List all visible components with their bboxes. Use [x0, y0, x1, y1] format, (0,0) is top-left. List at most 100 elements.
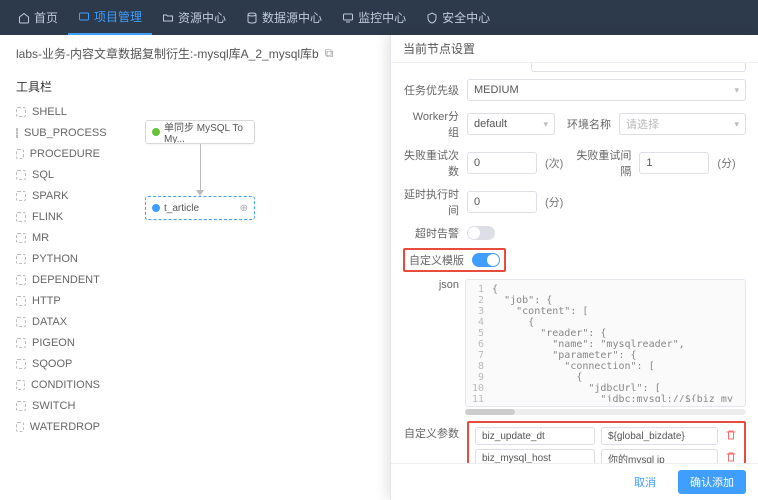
- line-gutter: 1 2 3 4 5 6 7 8 9 10 11 12 13 14: [472, 284, 492, 402]
- nav-home[interactable]: 首页: [8, 0, 68, 35]
- dag-canvas[interactable]: 单同步 MySQL To My... t_article ⊕: [100, 72, 390, 500]
- panel-title: 当前节点设置: [391, 35, 758, 63]
- retry-label: 失败重试次数: [403, 147, 459, 179]
- shield-icon: [426, 12, 438, 24]
- tool-handle-icon: [16, 254, 26, 264]
- breadcrumb-text: labs-业务-内容文章数据复制衍生:-mysql库A_2_mysql库b: [16, 45, 319, 62]
- tool-handle-icon: [16, 338, 26, 348]
- env-select[interactable]: 请选择▾: [619, 113, 746, 135]
- tool-item-python[interactable]: PYTHON: [16, 248, 100, 269]
- cancel-button[interactable]: 取消: [622, 470, 668, 494]
- priority-label: 任务优先级: [403, 82, 459, 98]
- tool-handle-icon: [16, 401, 26, 411]
- textarea-resize-handle[interactable]: [531, 63, 746, 72]
- tool-item-pigeon[interactable]: PIGEON: [16, 332, 100, 353]
- worker-select[interactable]: default▾: [467, 113, 555, 135]
- tool-handle-icon: [16, 275, 26, 285]
- tool-handle-icon: [16, 422, 24, 432]
- copy-icon[interactable]: ⧉: [325, 46, 334, 61]
- delete-param-button[interactable]: [724, 429, 738, 444]
- tool-handle-icon: [16, 191, 26, 201]
- monitor-icon: [342, 12, 354, 24]
- tool-item-waterdrop[interactable]: WATERDROP: [16, 416, 100, 437]
- delete-param-button[interactable]: [724, 451, 738, 464]
- priority-select[interactable]: MEDIUM▾: [467, 79, 746, 101]
- param-row: biz_mysql_host 你的mysql ip: [475, 449, 738, 463]
- chevron-down-icon: ▾: [734, 119, 739, 130]
- status-dot-icon: [152, 128, 160, 136]
- nav-datasource[interactable]: 数据源中心: [236, 0, 332, 35]
- tool-item-procedure[interactable]: PROCEDURE: [16, 143, 100, 164]
- trash-icon: [725, 451, 737, 463]
- tool-item-spark[interactable]: SPARK: [16, 185, 100, 206]
- timeout-switch[interactable]: [467, 226, 495, 240]
- tool-item-sqoop[interactable]: SQOOP: [16, 353, 100, 374]
- tool-handle-icon: [16, 380, 25, 390]
- template-switch[interactable]: [472, 253, 500, 267]
- horizontal-scrollbar[interactable]: [465, 409, 746, 415]
- tool-item-dependent[interactable]: DEPENDENT: [16, 269, 100, 290]
- interval-label: 失败重试间隔: [571, 147, 631, 179]
- json-editor[interactable]: 1 2 3 4 5 6 7 8 9 10 11 12 13 14 { "job"…: [465, 279, 746, 407]
- retry-unit: (次): [545, 155, 563, 171]
- tool-item-datax[interactable]: DATAX: [16, 311, 100, 332]
- nav-resource[interactable]: 资源中心: [152, 0, 236, 35]
- nav-security-label: 安全中心: [442, 9, 490, 26]
- tool-handle-icon: [16, 359, 26, 369]
- toolbar: 工具栏 SHELLSUB_PROCESSPROCEDURESQLSPARKFLI…: [0, 72, 100, 500]
- toolbar-title: 工具栏: [16, 78, 100, 95]
- tool-handle-icon: [16, 212, 26, 222]
- top-nav: 首页 项目管理 资源中心 数据源中心 监控中心 安全中心: [0, 0, 758, 35]
- nav-monitor[interactable]: 监控中心: [332, 0, 416, 35]
- params-label: 自定义参数: [403, 421, 459, 441]
- nav-home-label: 首页: [34, 9, 58, 26]
- custom-params: biz_update_dt ${global_bizdate} biz_mysql_…: [467, 421, 746, 463]
- template-label: 自定义模版: [409, 252, 464, 268]
- dag-node-1[interactable]: 单同步 MySQL To My...: [145, 120, 255, 144]
- database-icon: [246, 12, 258, 24]
- param-value-input[interactable]: ${global_bizdate}: [601, 427, 718, 445]
- param-value-input[interactable]: 你的mysql ip: [601, 449, 718, 463]
- tool-item-mr[interactable]: MR: [16, 227, 100, 248]
- scrollbar-thumb[interactable]: [465, 409, 515, 415]
- chevron-down-icon: ▾: [734, 85, 739, 96]
- code-lines: { "job": { "content": [ { "reader": { "n…: [492, 284, 739, 402]
- interval-unit: (分): [717, 155, 735, 171]
- tool-handle-icon: [16, 128, 18, 138]
- tool-item-http[interactable]: HTTP: [16, 290, 100, 311]
- param-row: biz_update_dt ${global_bizdate}: [475, 427, 738, 445]
- param-key-input[interactable]: biz_update_dt: [475, 427, 595, 445]
- nav-resource-label: 资源中心: [178, 9, 226, 26]
- tool-item-sub_process[interactable]: SUB_PROCESS: [16, 122, 100, 143]
- worker-label: Worker分组: [403, 108, 459, 140]
- nav-monitor-label: 监控中心: [358, 9, 406, 26]
- breadcrumb: labs-业务-内容文章数据复制衍生:-mysql库A_2_mysql库b ⧉: [0, 35, 390, 72]
- nav-security[interactable]: 安全中心: [416, 0, 500, 35]
- trash-icon: [725, 429, 737, 441]
- nav-project[interactable]: 项目管理: [68, 0, 152, 35]
- interval-input[interactable]: 1: [639, 152, 709, 174]
- dag-edge: [200, 144, 201, 192]
- param-key-input[interactable]: biz_mysql_host: [475, 449, 595, 463]
- plus-icon[interactable]: ⊕: [240, 203, 248, 214]
- settings-panel: 当前节点设置 任务优先级 MEDIUM▾ Worker分组 default▾ 环…: [390, 35, 758, 500]
- timeout-label: 超时告警: [403, 225, 459, 241]
- tool-handle-icon: [16, 317, 26, 327]
- tool-handle-icon: [16, 233, 26, 243]
- home-icon: [18, 12, 30, 24]
- delay-input[interactable]: 0: [467, 191, 537, 213]
- tool-item-shell[interactable]: SHELL: [16, 101, 100, 122]
- tool-item-flink[interactable]: FLINK: [16, 206, 100, 227]
- tool-item-sql[interactable]: SQL: [16, 164, 100, 185]
- node-label: t_article: [164, 203, 199, 214]
- tool-handle-icon: [16, 170, 26, 180]
- confirm-button[interactable]: 确认添加: [678, 470, 746, 494]
- tool-item-switch[interactable]: SWITCH: [16, 395, 100, 416]
- status-dot-icon: [152, 204, 160, 212]
- chevron-down-icon: ▾: [543, 119, 548, 130]
- retry-input[interactable]: 0: [467, 152, 537, 174]
- node-label: 单同步 MySQL To My...: [164, 120, 248, 144]
- dag-node-2[interactable]: t_article ⊕: [145, 196, 255, 220]
- nav-project-label: 项目管理: [94, 8, 142, 25]
- tool-item-conditions[interactable]: CONDITIONS: [16, 374, 100, 395]
